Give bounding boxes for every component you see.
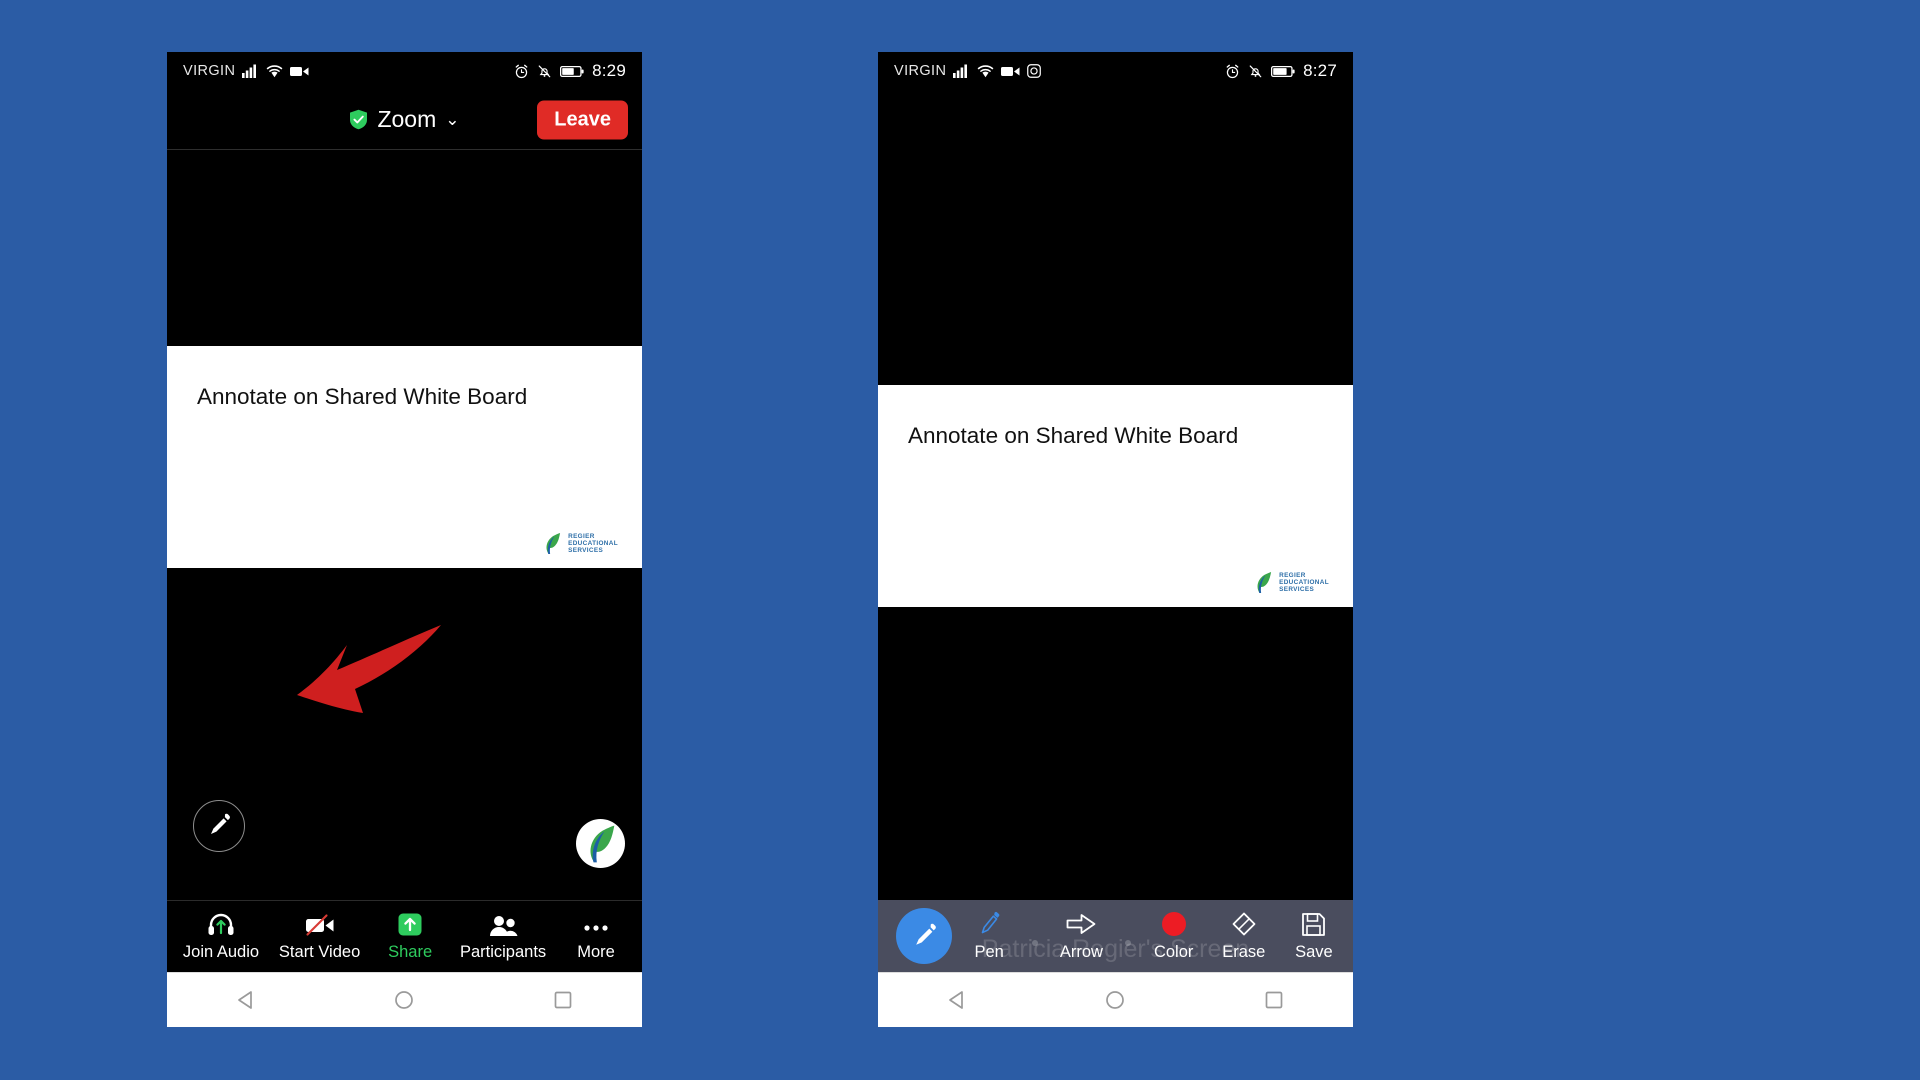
annot-item-erase[interactable]: Erase bbox=[1217, 910, 1271, 962]
shared-whiteboard-right[interactable]: Annotate on Shared White Board REGIER ED… bbox=[878, 385, 1353, 607]
meeting-header: Zoom ⌄ Leave bbox=[167, 90, 642, 150]
annot-label-arrow: Arrow bbox=[1059, 943, 1103, 961]
toolbar-dot-separator bbox=[1124, 940, 1131, 946]
toolbar-label-participants: Participants bbox=[459, 943, 547, 961]
annot-item-color[interactable]: Color bbox=[1147, 910, 1201, 962]
alarm-icon bbox=[1225, 64, 1240, 79]
regier-logo-text: REGIER EDUCATIONAL SERVICES bbox=[1279, 572, 1329, 594]
toolbar-item-participants[interactable]: Participants bbox=[460, 911, 546, 962]
zoom-control-toolbar: Join Audio Start Video Share Participant… bbox=[167, 900, 642, 972]
annotation-red-arrow-icon bbox=[297, 625, 441, 713]
toolbar-item-join-audio[interactable]: Join Audio bbox=[183, 911, 259, 962]
whiteboard-text: Annotate on Shared White Board bbox=[908, 423, 1239, 448]
annot-item-arrow[interactable]: Arrow bbox=[1054, 910, 1108, 962]
eraser-icon bbox=[1231, 910, 1257, 938]
annotate-pencil-button[interactable] bbox=[193, 800, 245, 852]
toolbar-item-more[interactable]: More bbox=[566, 911, 626, 962]
signal-icon bbox=[953, 64, 970, 78]
annot-label-erase: Erase bbox=[1222, 943, 1266, 961]
shared-whiteboard-left[interactable]: Annotate on Shared White Board REGIER ED… bbox=[167, 346, 642, 568]
video-pane-bottom-left[interactable] bbox=[167, 568, 642, 900]
toolbar-item-start-video[interactable]: Start Video bbox=[279, 911, 360, 962]
status-bar-left: VIRGIN 8:29 bbox=[167, 52, 642, 90]
android-navbar-left bbox=[167, 972, 642, 1027]
status-time: 8:29 bbox=[592, 61, 626, 80]
battery-icon bbox=[1271, 65, 1295, 78]
video-pane-top-right[interactable] bbox=[878, 90, 1353, 385]
toolbar-dot-separator bbox=[1032, 940, 1039, 946]
presenter-avatar[interactable] bbox=[576, 819, 625, 868]
android-navbar-right bbox=[878, 972, 1353, 1027]
phone-right: VIRGIN 8:27 Annotate on Shared White Boa… bbox=[878, 52, 1353, 1027]
whiteboard-text: Annotate on Shared White Board bbox=[197, 384, 528, 409]
logo-line-2: EDUCATIONAL bbox=[568, 539, 618, 547]
share-screen-icon bbox=[397, 911, 423, 937]
home-button[interactable] bbox=[1080, 980, 1150, 1020]
phone-left: VIRGIN 8:29 Zoom ⌄ Leave Annotate on Sha… bbox=[167, 52, 642, 1027]
toolbar-label-share: Share bbox=[388, 943, 433, 961]
signal-icon bbox=[242, 64, 259, 78]
camera-off-icon bbox=[305, 911, 335, 937]
chevron-down-icon[interactable]: ⌄ bbox=[445, 111, 459, 128]
regier-logo: REGIER EDUCATIONAL SERVICES bbox=[543, 532, 618, 555]
regier-logo-text: REGIER EDUCATIONAL SERVICES bbox=[568, 533, 618, 555]
logo-line-3: SERVICES bbox=[1279, 586, 1315, 594]
video-recording-icon bbox=[1001, 65, 1020, 78]
carrier-label: VIRGIN bbox=[183, 63, 236, 79]
participants-icon bbox=[488, 911, 518, 937]
status-time: 8:27 bbox=[1303, 61, 1337, 80]
more-dots-icon bbox=[582, 911, 610, 937]
bell-muted-icon bbox=[537, 64, 552, 79]
logo-line-1: REGIER bbox=[568, 532, 595, 540]
pencil-icon bbox=[206, 813, 232, 839]
logo-line-2: EDUCATIONAL bbox=[1279, 578, 1329, 586]
logo-line-1: REGIER bbox=[1279, 571, 1306, 579]
pen-icon bbox=[977, 910, 1001, 938]
screenshot-canvas: VIRGIN 8:29 Zoom ⌄ Leave Annotate on Sha… bbox=[0, 0, 1920, 1080]
logo-line-3: SERVICES bbox=[568, 547, 604, 555]
annotate-pencil-fab[interactable] bbox=[896, 908, 952, 964]
home-button[interactable] bbox=[369, 980, 439, 1020]
back-button[interactable] bbox=[922, 980, 992, 1020]
carrier-label: VIRGIN bbox=[894, 63, 947, 79]
status-bar-right: VIRGIN 8:27 bbox=[878, 52, 1353, 90]
annot-item-save[interactable]: Save bbox=[1287, 910, 1341, 962]
bell-muted-icon bbox=[1248, 64, 1263, 79]
video-recording-icon bbox=[290, 65, 309, 78]
annot-item-pen[interactable]: Pen bbox=[962, 910, 1016, 962]
annot-label-pen: Pen bbox=[974, 943, 1004, 961]
arrow-icon bbox=[1066, 910, 1096, 938]
headset-join-audio-icon bbox=[207, 911, 235, 937]
wifi-icon bbox=[266, 64, 283, 78]
leave-button[interactable]: Leave bbox=[537, 100, 628, 139]
regier-leaf-icon bbox=[543, 532, 562, 555]
annot-label-color: Color bbox=[1153, 943, 1194, 961]
back-button[interactable] bbox=[211, 980, 281, 1020]
save-disk-icon bbox=[1301, 910, 1326, 938]
video-pane-top-left[interactable] bbox=[167, 150, 642, 346]
shield-check-icon bbox=[349, 109, 368, 130]
recents-button[interactable] bbox=[528, 980, 598, 1020]
alarm-icon bbox=[514, 64, 529, 79]
recents-button[interactable] bbox=[1239, 980, 1309, 1020]
meeting-title-group[interactable]: Zoom ⌄ bbox=[349, 106, 460, 133]
toolbar-label-more: More bbox=[577, 943, 615, 961]
color-swatch-icon bbox=[1161, 910, 1187, 938]
battery-icon bbox=[560, 65, 584, 78]
pencil-icon bbox=[911, 923, 938, 950]
wifi-icon bbox=[977, 64, 994, 78]
annot-label-save: Save bbox=[1295, 943, 1333, 961]
toolbar-item-share[interactable]: Share bbox=[380, 911, 440, 962]
toolbar-label-start-video: Start Video bbox=[278, 943, 361, 961]
screen-capture-icon bbox=[1027, 64, 1042, 78]
regier-logo: REGIER EDUCATIONAL SERVICES bbox=[1254, 571, 1329, 594]
toolbar-label-join-audio: Join Audio bbox=[182, 943, 260, 961]
regier-leaf-icon bbox=[1254, 571, 1273, 594]
video-pane-bottom-right[interactable] bbox=[878, 607, 1353, 900]
meeting-title: Zoom bbox=[377, 106, 437, 132]
annotation-toolbar: Patricia Regier's Screen Pen Arrow Color… bbox=[878, 900, 1353, 972]
